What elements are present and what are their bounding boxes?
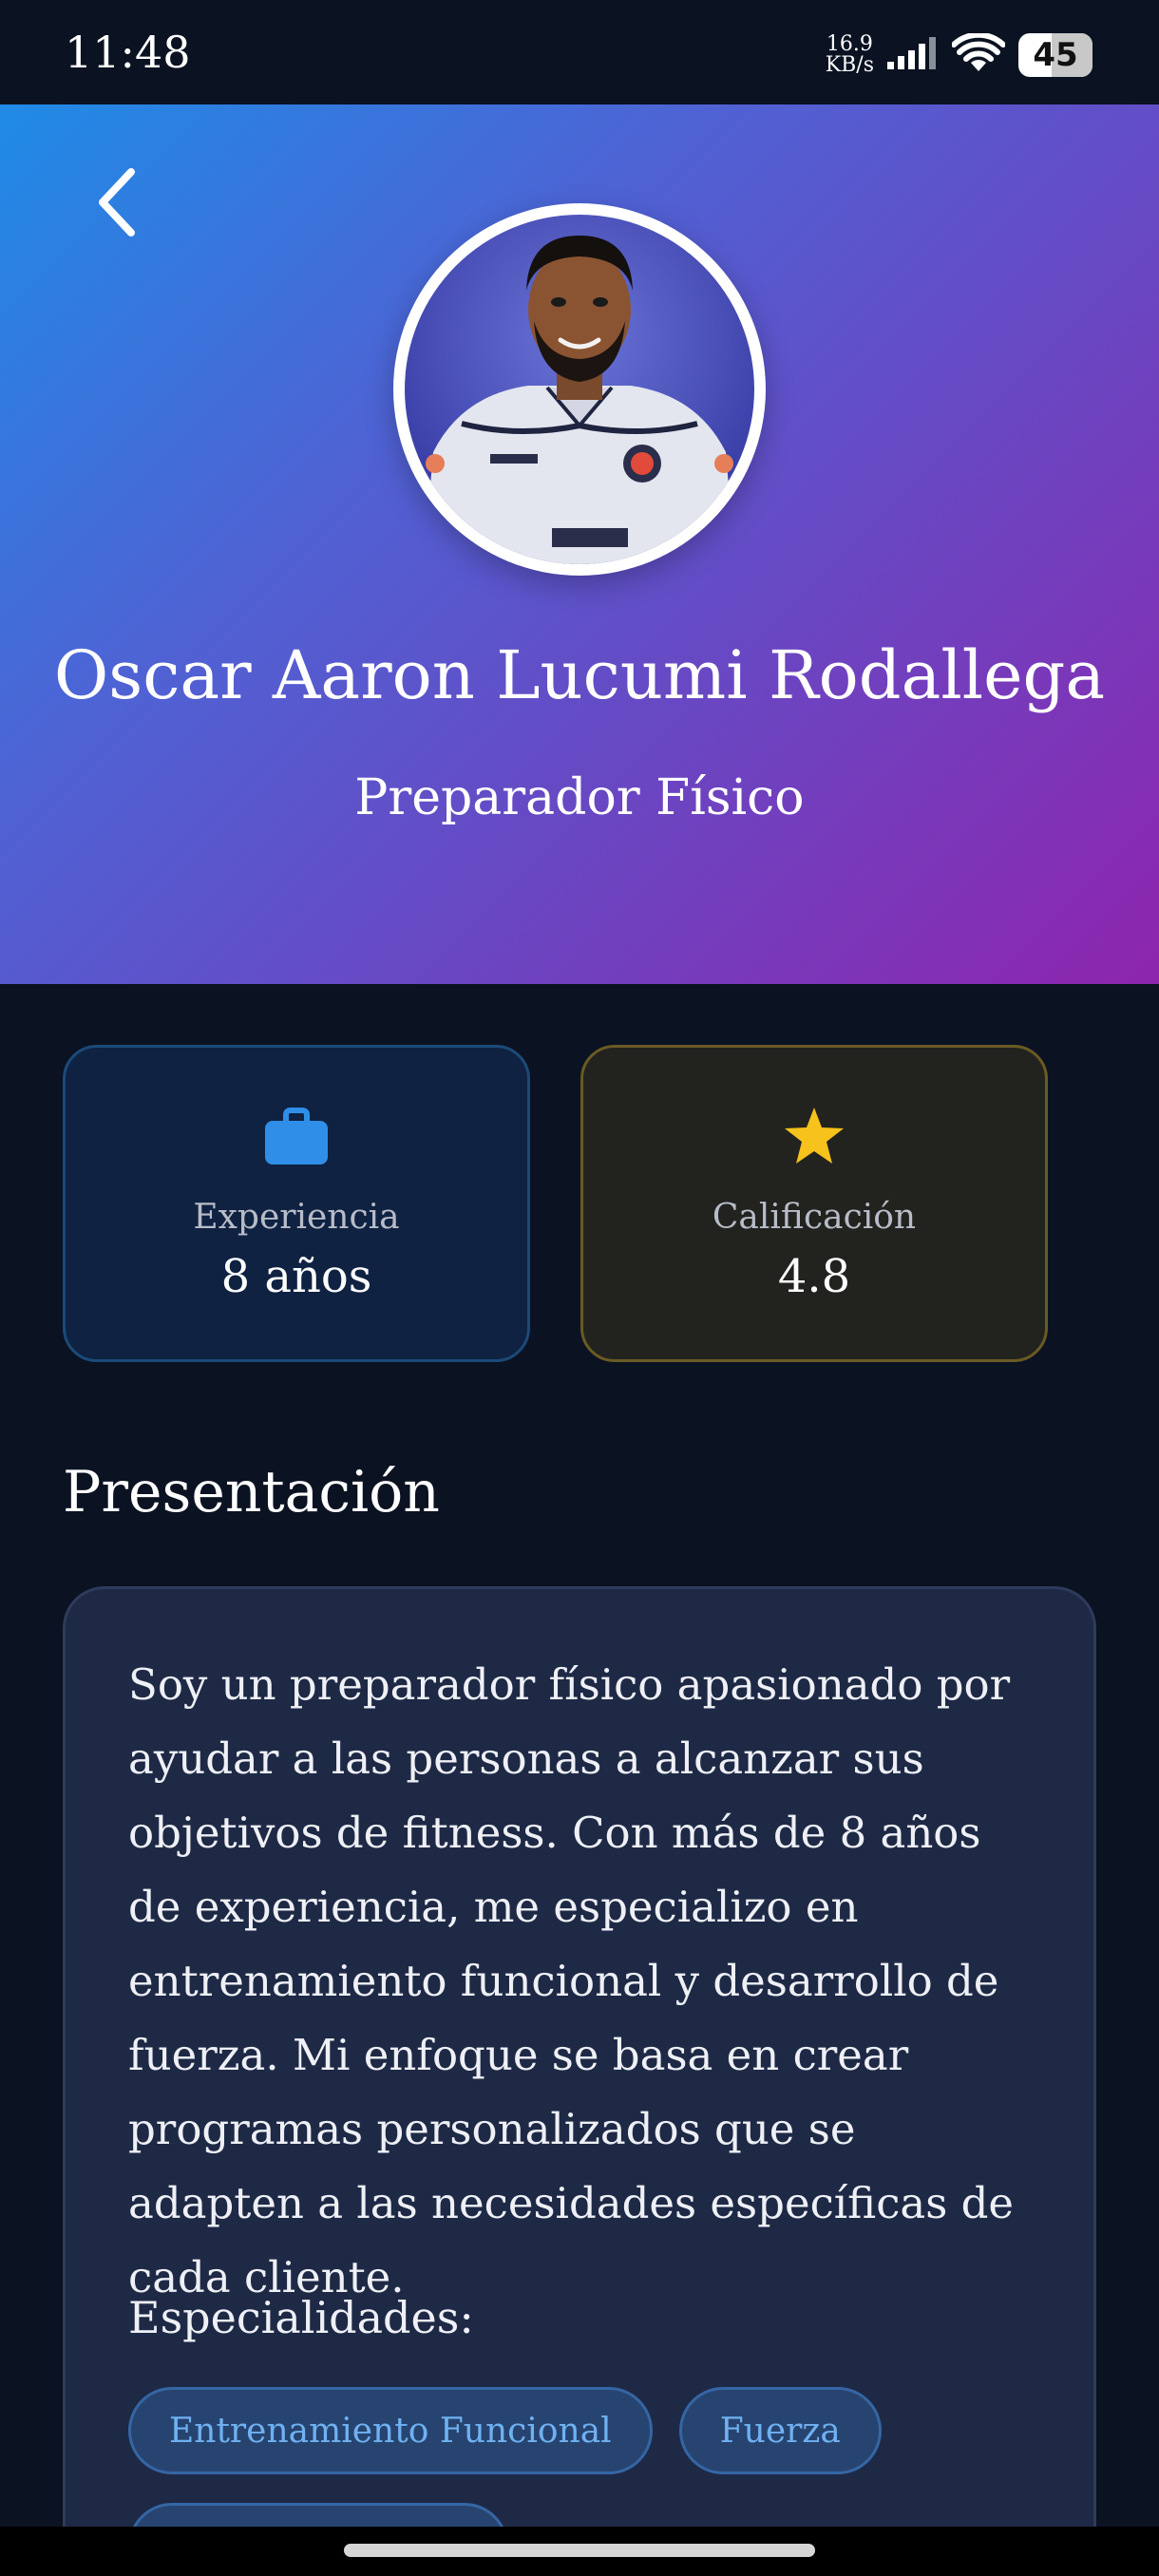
chevron-left-icon xyxy=(99,168,135,237)
back-button[interactable] xyxy=(84,160,150,245)
wifi-icon xyxy=(951,31,1006,77)
home-indicator[interactable] xyxy=(344,2544,815,2557)
network-speed-value: 16.9 xyxy=(826,32,873,56)
specialty-chip[interactable]: Fuerza xyxy=(678,2387,882,2474)
battery-indicator: 45 xyxy=(1018,33,1092,77)
presentation-text: Soy un preparador físico apasionado por … xyxy=(128,1659,1015,2302)
experience-value: 8 años xyxy=(220,1250,372,1303)
rating-value: 4.8 xyxy=(777,1250,851,1303)
signal-icon xyxy=(887,37,939,73)
presentation-card: Soy un preparador físico apasionado por … xyxy=(63,1586,1096,2576)
rating-card: Calificación 4.8 xyxy=(580,1045,1048,1362)
network-speed-unit: KB/s xyxy=(825,53,874,77)
status-bar: 11:48 16.9 KB/s 45 xyxy=(0,0,1159,104)
trainer-name: Oscar Aaron Lucumi Rodallega xyxy=(53,636,1106,714)
profile-header: Oscar Aaron Lucumi Rodallega Preparador … xyxy=(0,104,1159,984)
trainer-role: Preparador Físico xyxy=(354,769,805,826)
specialty-chip[interactable]: Entrenamiento Funcional xyxy=(128,2387,653,2474)
avatar-frame xyxy=(393,203,766,576)
status-icons: 16.9 KB/s 45 xyxy=(826,28,1092,82)
system-navigation-bar xyxy=(0,2527,1159,2576)
star-icon xyxy=(781,1103,847,1169)
avatar xyxy=(405,215,754,564)
trainer-profile-screen: 11:48 16.9 KB/s 45 Oscar Aaron Lucumi Ro… xyxy=(0,0,1159,2576)
presentation-title: Presentación xyxy=(63,1459,440,1525)
network-speed: 16.9 KB/s xyxy=(826,34,874,76)
experience-label: Experiencia xyxy=(193,1198,400,1237)
battery-level: 45 xyxy=(1033,36,1078,74)
experience-card: Experiencia 8 años xyxy=(63,1045,530,1362)
rating-label: Calificación xyxy=(712,1198,917,1237)
specialties-title: Especialidades: xyxy=(128,2292,474,2343)
briefcase-icon xyxy=(263,1103,330,1169)
status-time: 11:48 xyxy=(65,27,191,78)
